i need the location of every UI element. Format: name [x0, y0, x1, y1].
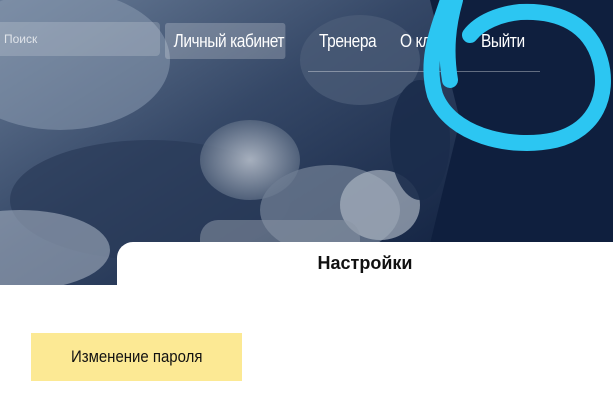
page-title: Настройки: [317, 253, 413, 273]
nav-item-personal-account[interactable]: Личный кабинет: [165, 23, 286, 59]
change-password-button[interactable]: Изменение пароля: [31, 333, 242, 381]
change-password-label: Изменение пароля: [70, 347, 203, 366]
nav-item-trainers[interactable]: Тренера: [319, 23, 377, 59]
highlight-circle-annotation: [423, 0, 611, 151]
search-input[interactable]: [0, 22, 160, 56]
nav-item-label: Личный кабинет: [173, 31, 285, 51]
nav-item-label: Тренера: [319, 31, 377, 51]
